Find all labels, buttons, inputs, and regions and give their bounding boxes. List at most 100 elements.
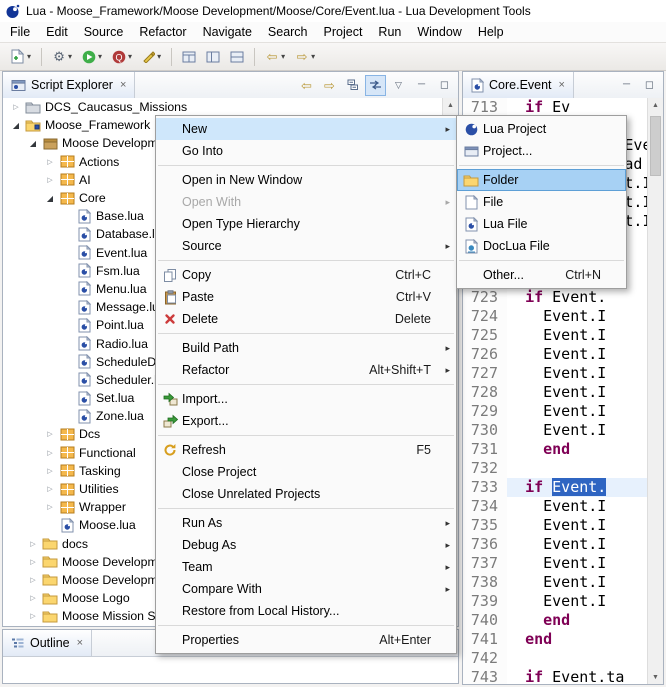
open-element-button[interactable]: ▾ [138, 45, 165, 69]
menu-item-restore-from-local-history[interactable]: Restore from Local History... [156, 600, 456, 622]
scrollbar-thumb[interactable] [650, 116, 661, 176]
expander-icon[interactable]: ▷ [43, 449, 57, 457]
back-dropdown-arrow-icon[interactable]: ▾ [281, 52, 285, 61]
code-line: 727 Event.I [463, 364, 648, 383]
menu-item-open-in-new-window[interactable]: Open in New Window [156, 169, 456, 191]
close-icon[interactable]: × [120, 79, 126, 91]
expander-icon[interactable]: ▷ [26, 594, 40, 602]
expander-icon[interactable]: ▷ [26, 576, 40, 584]
menu-item-other[interactable]: Other...Ctrl+N [457, 264, 626, 286]
menu-item-delete[interactable]: DeleteDelete [156, 308, 456, 330]
minimize-button[interactable]: ─ [411, 75, 432, 96]
menu-item-close-project[interactable]: Close Project [156, 461, 456, 483]
external-tools-dropdown-arrow-icon[interactable]: ▾ [68, 52, 72, 61]
menu-item-compare-with[interactable]: Compare With▸ [156, 578, 456, 600]
expander-icon[interactable]: ▷ [26, 558, 40, 566]
tree-item-dcs-caucasus-missions[interactable]: ▷DCS_Caucasus_Missions [3, 98, 443, 116]
menu-item-new[interactable]: New▸ [156, 118, 456, 140]
close-icon[interactable]: × [559, 79, 565, 91]
scroll-down-icon[interactable]: ▼ [648, 670, 663, 684]
minimize-button[interactable]: ─ [616, 75, 637, 96]
menubar-item-refactor[interactable]: Refactor [131, 23, 194, 41]
menu-item-label: Copy [182, 268, 395, 282]
open-element-dropdown-arrow-icon[interactable]: ▾ [157, 52, 161, 61]
expander-icon[interactable]: ▷ [26, 612, 40, 620]
view-menu-button[interactable]: ▽ [388, 75, 409, 96]
new-dropdown-arrow-icon[interactable]: ▾ [27, 52, 31, 61]
menu-item-export[interactable]: Export... [156, 410, 456, 432]
close-icon[interactable]: × [77, 637, 83, 649]
expander-icon[interactable]: ◢ [26, 139, 40, 148]
menubar-item-navigate[interactable]: Navigate [195, 23, 260, 41]
menubar-item-search[interactable]: Search [260, 23, 316, 41]
tree-item-label: Core [77, 191, 106, 205]
expander-icon[interactable]: ▷ [43, 158, 57, 166]
tab-outline[interactable]: Outline × [3, 630, 92, 656]
link-with-editor-button[interactable] [365, 75, 386, 96]
expander-icon[interactable]: ▷ [43, 485, 57, 493]
menubar-item-file[interactable]: File [2, 23, 38, 41]
menu-item-refresh[interactable]: RefreshF5 [156, 439, 456, 461]
editor-scrollbar[interactable]: ▲ ▼ [647, 98, 663, 684]
menu-separator [158, 165, 454, 166]
menubar-item-project[interactable]: Project [316, 23, 371, 41]
menu-item-team[interactable]: Team▸ [156, 556, 456, 578]
view-rows-button[interactable] [226, 45, 248, 69]
menu-item-open-type-hierarchy[interactable]: Open Type Hierarchy [156, 213, 456, 235]
menubar-item-window[interactable]: Window [409, 23, 469, 41]
expander-icon[interactable]: ▷ [43, 430, 57, 438]
expander-icon[interactable]: ▷ [26, 540, 40, 548]
external-tools-button[interactable]: ⚙▾ [48, 45, 76, 69]
coverage-button[interactable]: Q▾ [108, 45, 136, 69]
run-dropdown-arrow-icon[interactable]: ▾ [98, 52, 102, 61]
menu-item-build-path[interactable]: Build Path▸ [156, 337, 456, 359]
menu-item-close-unrelated-projects[interactable]: Close Unrelated Projects [156, 483, 456, 505]
expander-icon[interactable]: ◢ [9, 121, 23, 130]
forward-dropdown-arrow-icon[interactable]: ▾ [311, 52, 315, 61]
menu-item-run-as[interactable]: Run As▸ [156, 512, 456, 534]
menubar-item-edit[interactable]: Edit [38, 23, 76, 41]
expander-icon[interactable]: ▷ [43, 176, 57, 184]
tab-outline-label: Outline [30, 636, 70, 650]
view-grid-button[interactable] [178, 45, 200, 69]
forward-button[interactable]: ⇨▾ [291, 45, 319, 69]
menu-item-copy[interactable]: CopyCtrl+C [156, 264, 456, 286]
maximize-button[interactable]: ◻ [639, 75, 660, 96]
menu-item-import[interactable]: Import... [156, 388, 456, 410]
expander-icon[interactable]: ▷ [9, 103, 23, 111]
menubar-item-help[interactable]: Help [470, 23, 512, 41]
menu-item-go-into[interactable]: Go Into [156, 140, 456, 162]
menu-item-lua-project[interactable]: Lua Project [457, 118, 626, 140]
menu-item-source[interactable]: Source▸ [156, 235, 456, 257]
run-button[interactable]: ▾ [78, 45, 106, 69]
menu-item-label: Open in New Window [182, 173, 437, 187]
tab-script-explorer[interactable]: Script Explorer × [3, 72, 135, 98]
scroll-up-icon[interactable]: ▲ [443, 98, 458, 112]
view-columns-button[interactable] [202, 45, 224, 69]
new-button[interactable]: ▾ [6, 45, 35, 69]
menu-item-debug-as[interactable]: Debug As▸ [156, 534, 456, 556]
scroll-up-icon[interactable]: ▲ [648, 98, 663, 112]
menu-item-folder[interactable]: Folder [457, 169, 626, 191]
menubar-item-run[interactable]: Run [370, 23, 409, 41]
menu-item-refactor[interactable]: RefactorAlt+Shift+T▸ [156, 359, 456, 381]
expander-icon[interactable]: ▷ [43, 467, 57, 475]
menu-item-lua-file[interactable]: Lua File [457, 213, 626, 235]
tab-core-event[interactable]: Core.Event × [463, 72, 574, 98]
menubar-item-source[interactable]: Source [76, 23, 132, 41]
menu-item-file[interactable]: File [457, 191, 626, 213]
menu-item-properties[interactable]: PropertiesAlt+Enter [156, 629, 456, 651]
menu-separator [158, 333, 454, 334]
expander-icon[interactable]: ◢ [43, 194, 57, 203]
forward-arrow-button[interactable]: ⇨ [319, 75, 340, 96]
expander-icon[interactable]: ▷ [43, 503, 57, 511]
menu-item-project[interactable]: Project... [457, 140, 626, 162]
back-button[interactable]: ⇦▾ [261, 45, 289, 69]
coverage-dropdown-arrow-icon[interactable]: ▾ [128, 52, 132, 61]
maximize-button[interactable]: ◻ [434, 75, 455, 96]
menu-item-doclua-file[interactable]: DocLua File [457, 235, 626, 257]
menu-item-label: Source [182, 239, 437, 253]
menu-item-paste[interactable]: PasteCtrl+V [156, 286, 456, 308]
back-arrow-button[interactable]: ⇦ [296, 75, 317, 96]
collapse-all-button[interactable] [342, 75, 363, 96]
